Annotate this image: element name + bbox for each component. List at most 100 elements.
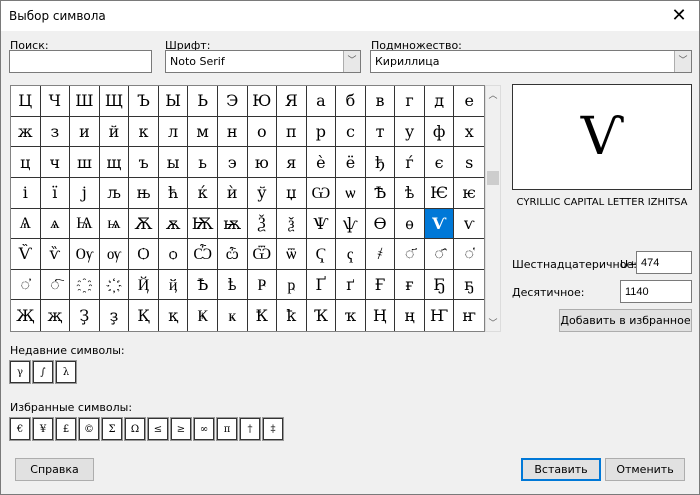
character-cell[interactable]: ң	[395, 300, 425, 331]
character-cell[interactable]: ю	[247, 147, 278, 178]
character-grid[interactable]: ЦЧШЩЪЫЬЭЮЯабвгде жзийклмнопрстуфх цчшщъыьэ…	[10, 85, 485, 332]
chevron-down-icon[interactable]: ﹀	[674, 51, 691, 72]
character-cell[interactable]: ѹ	[99, 239, 130, 270]
character-cell[interactable]: ґ	[336, 269, 366, 301]
character-cell[interactable]: Ҍ	[188, 269, 218, 301]
character-cell[interactable]: ◌҆	[11, 269, 41, 301]
grid-scrollbar[interactable]: ︿ ﹀	[485, 85, 501, 332]
chevron-down-icon[interactable]: ﹀	[343, 51, 360, 72]
character-cell[interactable]: Ѵ	[424, 208, 455, 240]
favorite-character[interactable]: ≥	[170, 417, 192, 441]
character-cell[interactable]: ѕ	[454, 147, 484, 178]
character-cell[interactable]: у	[395, 116, 425, 148]
character-cell[interactable]: ѯ	[277, 208, 307, 240]
character-cell[interactable]: м	[188, 116, 218, 148]
character-cell[interactable]: Ґ	[306, 269, 337, 301]
scrollbar-thumb[interactable]	[487, 171, 499, 185]
character-cell[interactable]: ѫ	[158, 208, 189, 240]
scroll-up-icon[interactable]: ︿	[486, 88, 500, 101]
character-cell[interactable]: Ѯ	[247, 208, 278, 240]
character-cell[interactable]: ѵ	[454, 209, 484, 240]
character-cell[interactable]: ҝ	[218, 300, 248, 331]
character-cell[interactable]: ◌҃	[395, 239, 425, 270]
character-cell[interactable]: Ы	[158, 86, 189, 117]
close-icon[interactable]: ✕	[667, 5, 691, 26]
character-cell[interactable]: Я	[277, 86, 307, 117]
help-button[interactable]: Справка	[15, 458, 94, 481]
character-cell[interactable]: Ҥ	[425, 300, 455, 331]
character-cell[interactable]: ђ	[365, 147, 396, 178]
search-input[interactable]	[9, 50, 152, 73]
character-cell[interactable]: й	[99, 116, 130, 148]
character-cell[interactable]: Ѻ	[129, 239, 159, 270]
character-cell[interactable]: к	[129, 116, 159, 148]
recent-character[interactable]: λ	[55, 360, 77, 384]
subset-select[interactable]: Кириллица ﹀	[370, 50, 692, 73]
insert-button[interactable]: Вставить	[521, 458, 601, 481]
character-cell[interactable]: Ь	[188, 86, 218, 117]
character-cell[interactable]: ѱ	[336, 208, 366, 240]
favorite-character[interactable]: ¥	[32, 417, 54, 441]
character-cell[interactable]: џ	[277, 177, 307, 209]
character-cell[interactable]: щ	[99, 147, 130, 178]
character-cell[interactable]: Ғ	[365, 269, 396, 301]
character-cell[interactable]: Э	[217, 86, 248, 117]
character-cell[interactable]: р	[306, 116, 337, 148]
character-cell[interactable]: Ѡ	[306, 177, 337, 209]
recent-character[interactable]: ∫	[32, 360, 54, 384]
character-cell[interactable]: ҡ	[336, 300, 366, 331]
character-cell[interactable]: ѳ	[395, 208, 425, 240]
character-cell[interactable]: ѻ	[158, 239, 189, 270]
character-cell[interactable]: н	[217, 116, 248, 148]
character-cell[interactable]: Ҕ	[424, 269, 455, 301]
character-cell[interactable]: ҏ	[277, 269, 307, 301]
character-cell[interactable]: л	[158, 116, 189, 148]
character-cell[interactable]: т	[365, 116, 396, 148]
favorite-character[interactable]: ∞	[193, 417, 215, 441]
character-cell[interactable]: ѽ	[217, 239, 248, 270]
character-cell[interactable]: ѥ	[454, 178, 484, 209]
favorite-character[interactable]: €	[9, 417, 31, 441]
character-cell[interactable]: ѿ	[277, 239, 307, 270]
character-cell[interactable]: ѣ	[395, 177, 425, 209]
favorite-character[interactable]: ‡	[262, 417, 284, 441]
character-cell[interactable]: ь	[188, 147, 218, 178]
favorite-character[interactable]: π	[216, 417, 238, 441]
character-cell[interactable]: е	[454, 86, 484, 117]
character-cell[interactable]: ж	[11, 116, 41, 148]
character-cell[interactable]: ї	[40, 177, 71, 209]
character-cell[interactable]: ҁ	[336, 239, 366, 270]
character-cell[interactable]: њ	[129, 177, 159, 209]
character-cell[interactable]: ы	[158, 147, 189, 178]
favorite-character[interactable]: ©	[78, 417, 100, 441]
character-cell[interactable]: ◌҇	[40, 269, 71, 301]
character-cell[interactable]: Ц	[11, 86, 41, 117]
character-cell[interactable]: є	[424, 147, 455, 178]
character-cell[interactable]: љ	[99, 177, 130, 209]
character-cell[interactable]: Ҝ	[188, 300, 218, 331]
character-cell[interactable]: ҂	[365, 239, 396, 270]
font-select[interactable]: Noto Serif ﹀	[165, 50, 361, 73]
cancel-button[interactable]: Отменить	[605, 458, 685, 481]
scroll-down-icon[interactable]: ﹀	[486, 316, 500, 329]
character-cell[interactable]: Ҋ	[129, 269, 159, 301]
character-cell[interactable]: ѐ	[306, 147, 337, 178]
character-cell[interactable]: Ѥ	[424, 177, 455, 209]
character-cell[interactable]: г	[395, 86, 425, 117]
character-cell[interactable]: Ѣ	[365, 177, 396, 209]
character-cell[interactable]: ц	[11, 147, 41, 178]
character-cell[interactable]: ѧ	[40, 208, 71, 240]
character-cell[interactable]: с	[336, 116, 366, 148]
character-cell[interactable]: Ъ	[129, 86, 159, 117]
character-cell[interactable]: Ѳ	[365, 208, 396, 240]
character-cell[interactable]: ◌҄	[424, 239, 455, 270]
character-cell[interactable]: Җ	[11, 300, 41, 331]
character-cell[interactable]: Ш	[70, 86, 100, 117]
character-cell[interactable]: ѷ	[40, 239, 71, 270]
character-cell[interactable]: в	[365, 86, 396, 117]
character-cell[interactable]: п	[277, 116, 307, 148]
character-cell[interactable]: ќ	[188, 177, 218, 209]
character-cell[interactable]: Ҡ	[307, 300, 337, 331]
character-cell[interactable]: б	[336, 86, 366, 117]
character-cell[interactable]: Ѭ	[188, 208, 218, 240]
